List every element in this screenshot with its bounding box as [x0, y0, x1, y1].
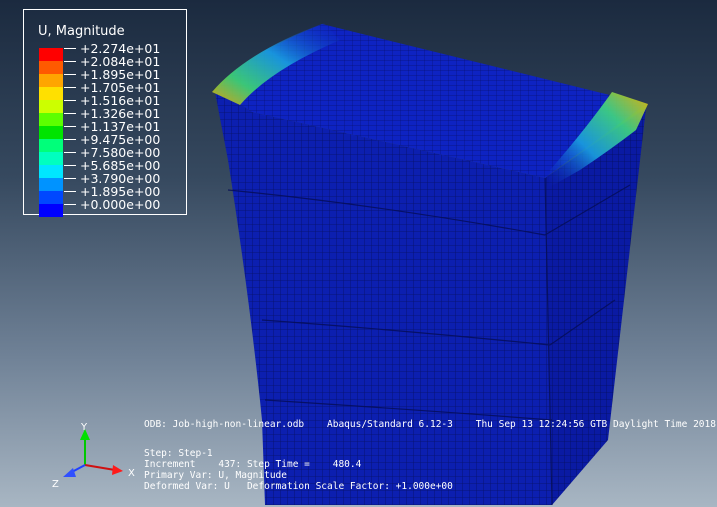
legend-tick — [64, 61, 76, 62]
increment-text: Increment 437: Step Time = 480.4 — [144, 459, 362, 470]
legend-tick — [64, 126, 76, 127]
legend-title: U, Magnitude — [38, 24, 125, 39]
view-triad-icon[interactable]: Y X Z — [45, 420, 155, 500]
legend-tick — [64, 48, 76, 49]
legend-swatch — [39, 113, 63, 126]
legend-tick — [64, 204, 76, 205]
contour-legend[interactable]: U, Magnitude +2.274e+01 +2.084e+01 +1.895e… — [23, 9, 187, 217]
legend-swatch — [39, 87, 63, 100]
odb-info-line: ODB: Job-high-non-linear.odb Abaqus/Stan… — [144, 419, 716, 430]
viewport[interactable]: U, Magnitude +2.274e+01 +2.084e+01 +1.895e… — [0, 0, 717, 507]
legend-tick — [64, 87, 76, 88]
legend-tick — [64, 191, 76, 192]
legend-swatch — [39, 152, 63, 165]
legend-tick — [64, 139, 76, 140]
legend-swatch — [39, 48, 63, 61]
legend-tick — [64, 152, 76, 153]
legend-swatch — [39, 191, 63, 204]
legend-tick — [64, 113, 76, 114]
legend-value-label: +0.000e+00 — [80, 197, 161, 212]
triad-z-label: Z — [52, 479, 59, 490]
triad-x-label: X — [128, 468, 135, 479]
legend-swatch — [39, 178, 63, 191]
legend-swatch — [39, 204, 63, 217]
legend-tick — [64, 74, 76, 75]
legend-swatch — [39, 165, 63, 178]
legend-swatch — [39, 100, 63, 113]
deformed-var-text: Deformed Var: U Deformation Scale Factor… — [144, 481, 453, 492]
legend-tick — [64, 165, 76, 166]
primary-var-text: Primary Var: U, Magnitude — [144, 470, 287, 481]
legend-swatch — [39, 139, 63, 152]
triad-y-label: Y — [80, 422, 88, 433]
legend-tick — [64, 178, 76, 179]
legend-swatch — [39, 126, 63, 139]
legend-swatch — [39, 74, 63, 87]
legend-tick — [64, 100, 76, 101]
legend-swatch — [39, 61, 63, 74]
